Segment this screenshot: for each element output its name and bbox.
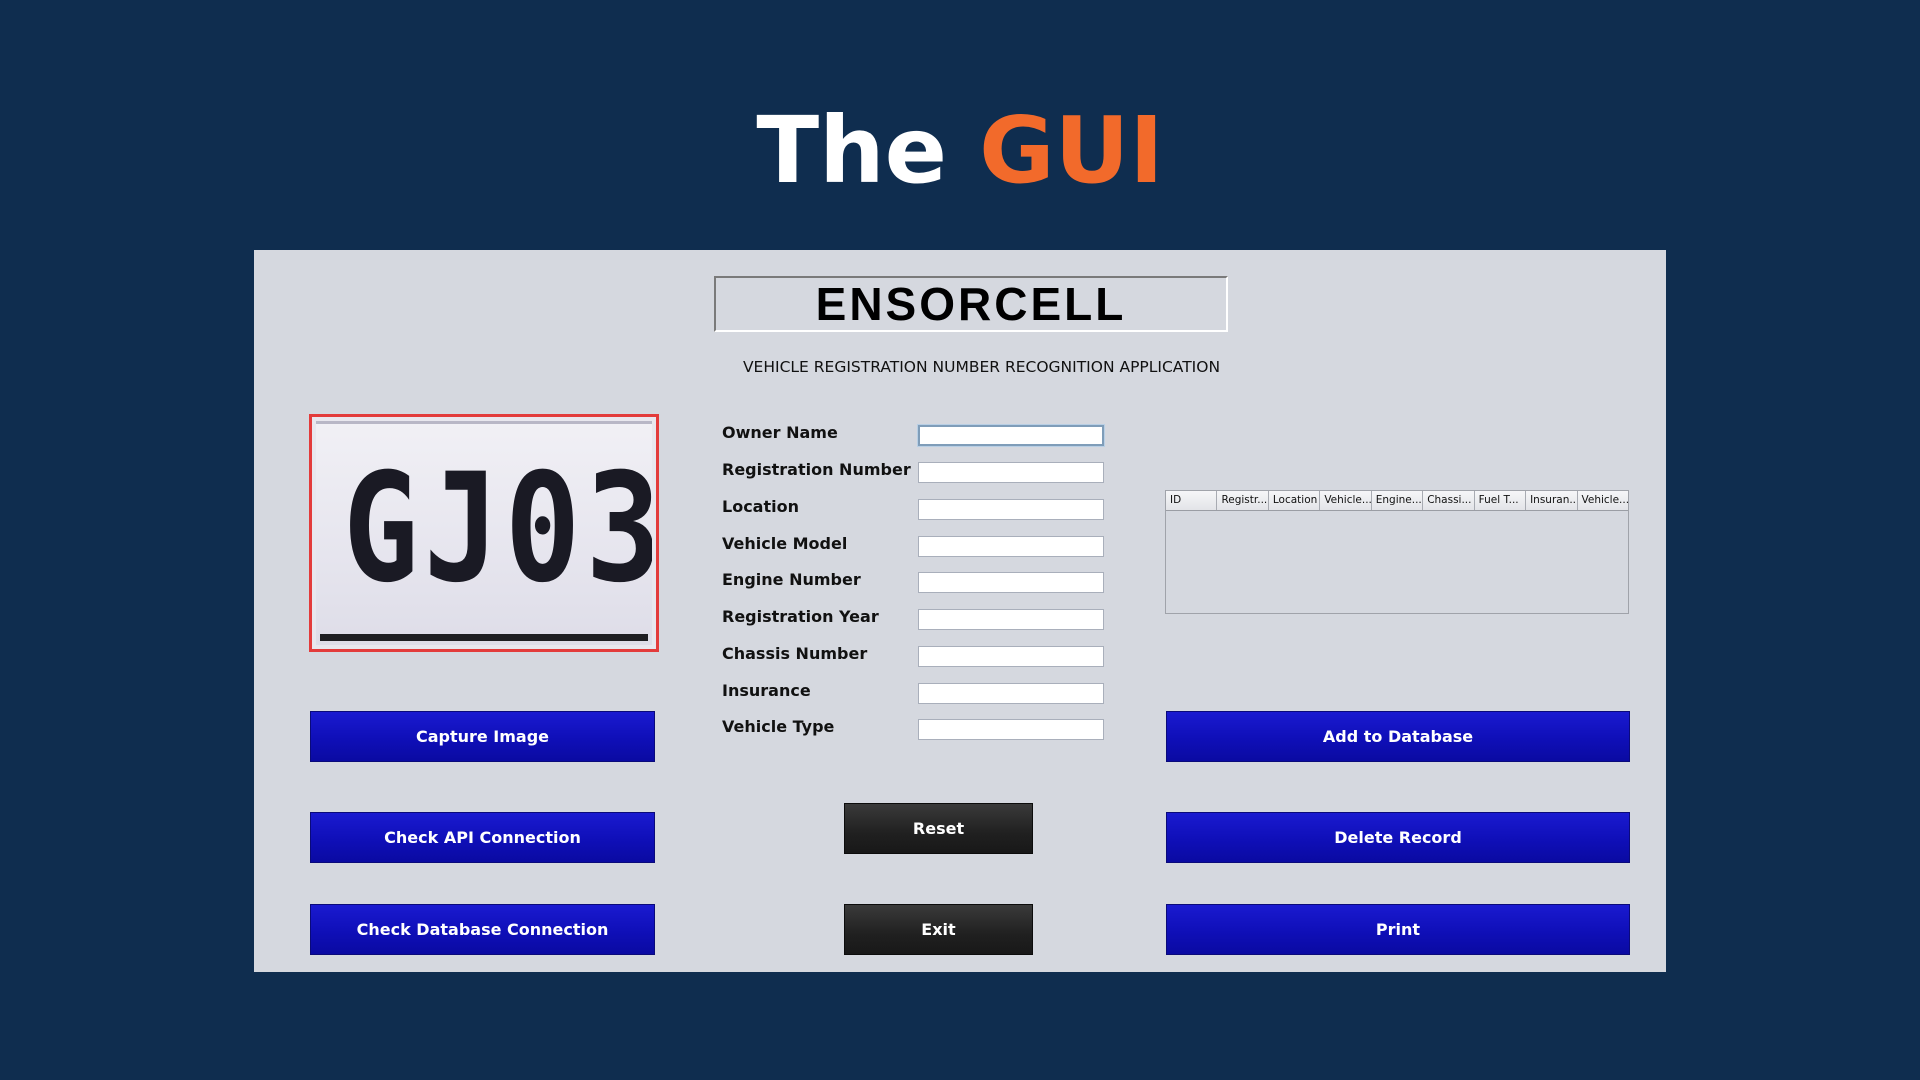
chassis-number-label: Chassis Number bbox=[722, 644, 868, 663]
location-input[interactable] bbox=[918, 499, 1104, 520]
exit-button[interactable]: Exit bbox=[844, 904, 1033, 955]
table-header-engine[interactable]: Engine... bbox=[1372, 491, 1424, 510]
capture-image-button[interactable]: Capture Image bbox=[310, 711, 655, 762]
check-api-connection-button[interactable]: Check API Connection bbox=[310, 812, 655, 863]
print-button[interactable]: Print bbox=[1166, 904, 1630, 955]
owner-name-label: Owner Name bbox=[722, 423, 838, 442]
table-header-fuel-type[interactable]: Fuel T... bbox=[1475, 491, 1527, 510]
slide-title: The GUI bbox=[0, 96, 1920, 206]
vehicle-type-input[interactable] bbox=[918, 719, 1104, 740]
delete-record-button[interactable]: Delete Record bbox=[1166, 812, 1630, 863]
add-to-database-button[interactable]: Add to Database bbox=[1166, 711, 1630, 762]
table-header-chassis[interactable]: Chassi... bbox=[1423, 491, 1475, 510]
app-subtitle: VEHICLE REGISTRATION NUMBER RECOGNITION … bbox=[742, 358, 1221, 376]
table-header-location[interactable]: Location bbox=[1269, 491, 1321, 510]
table-header: ID Registr... Location Vehicle... Engine… bbox=[1166, 491, 1628, 511]
vehicle-model-label: Vehicle Model bbox=[722, 534, 848, 553]
brand-title: ENSORCELL bbox=[714, 276, 1228, 332]
plate-image: GJ03 bbox=[309, 414, 659, 652]
registration-number-label: Registration Number bbox=[722, 460, 911, 479]
table-header-registration[interactable]: Registr... bbox=[1217, 491, 1269, 510]
table-header-vehicle-type[interactable]: Vehicle... bbox=[1578, 491, 1628, 510]
engine-number-label: Engine Number bbox=[722, 570, 861, 589]
vehicle-type-label: Vehicle Type bbox=[722, 717, 835, 736]
plate-image-content: GJ03 bbox=[316, 421, 652, 645]
reset-button[interactable]: Reset bbox=[844, 803, 1033, 854]
table-header-id[interactable]: ID bbox=[1166, 491, 1218, 510]
vehicle-model-input[interactable] bbox=[918, 536, 1104, 557]
engine-number-input[interactable] bbox=[918, 572, 1104, 593]
registration-year-input[interactable] bbox=[918, 609, 1104, 630]
registration-number-input[interactable] bbox=[918, 462, 1104, 483]
table-header-insurance[interactable]: Insuran... bbox=[1526, 491, 1578, 510]
location-label: Location bbox=[722, 497, 799, 516]
plate-edge bbox=[316, 421, 652, 424]
table-body[interactable] bbox=[1166, 511, 1628, 614]
check-database-connection-button[interactable]: Check Database Connection bbox=[310, 904, 655, 955]
slide-title-prefix: The bbox=[756, 97, 948, 204]
slide-title-accent: GUI bbox=[979, 97, 1164, 204]
records-table[interactable]: ID Registr... Location Vehicle... Engine… bbox=[1165, 490, 1629, 614]
registration-year-label: Registration Year bbox=[722, 607, 879, 626]
owner-name-input[interactable] bbox=[917, 424, 1105, 447]
app-window: ENSORCELL VEHICLE REGISTRATION NUMBER RE… bbox=[254, 250, 1666, 972]
table-header-vehicle-model[interactable]: Vehicle... bbox=[1320, 491, 1372, 510]
plate-text: GJ03 bbox=[342, 442, 652, 616]
chassis-number-input[interactable] bbox=[918, 646, 1104, 667]
insurance-label: Insurance bbox=[722, 681, 811, 700]
plate-bottom-edge bbox=[320, 634, 648, 641]
insurance-input[interactable] bbox=[918, 683, 1104, 704]
